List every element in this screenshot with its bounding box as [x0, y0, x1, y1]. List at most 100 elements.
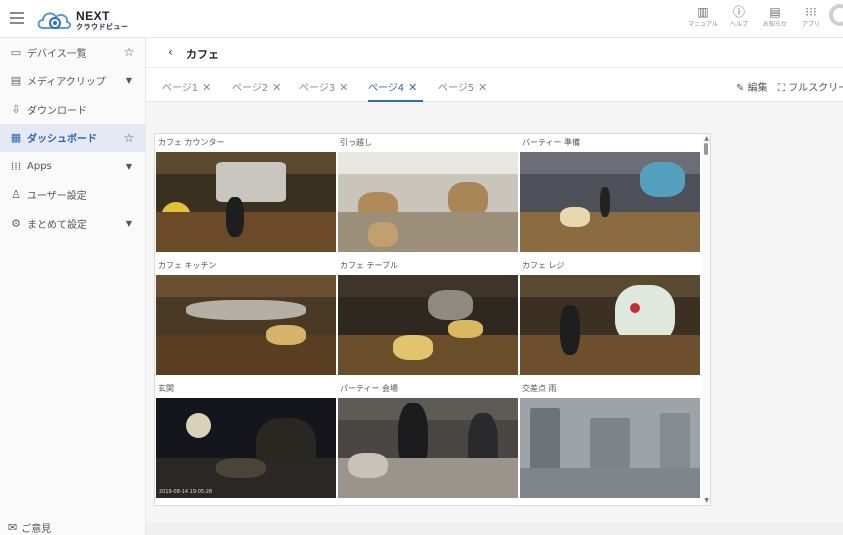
back-icon[interactable]: ‹ — [168, 45, 173, 59]
camera-feed[interactable] — [338, 152, 518, 252]
tab-bar: ページ1 ✕ ページ2 ✕ ページ3 ✕ ページ4 ✕ ページ5 ✕ ✎ 編集 ⛶ フルス… — [146, 68, 843, 102]
camera-name: カフェ カウンター — [158, 138, 225, 147]
news-label: お知らせ — [763, 21, 787, 28]
avatar[interactable] — [829, 4, 843, 26]
fullscreen-icon: ⛶ — [778, 83, 785, 94]
sidebar-item-device-list[interactable]: ▭ デバイス一覧 ☆ — [0, 38, 145, 67]
tab-page-2[interactable]: ページ2 ✕ — [232, 68, 281, 102]
sidebar-item-bulk-settings[interactable]: ⚙ まとめて設定 ▼ — [0, 209, 145, 238]
camera-tile[interactable]: カフェ テーブル — [338, 257, 518, 375]
top-actions: ▥ マニュアル ⓘ ヘルプ ▤ お知らせ ⁝⁝⁝ アプリ — [685, 4, 829, 34]
tab-page-1[interactable]: ページ1 ✕ — [162, 68, 211, 102]
help-label: ヘルプ — [729, 21, 748, 28]
fullscreen-button[interactable]: ⛶ フルスクリー — [778, 79, 843, 94]
star-icon[interactable]: ☆ — [123, 131, 135, 145]
camera-tile[interactable]: 玄関 2019-08-14 19:05:28 — [156, 380, 336, 498]
pencil-icon: ✎ — [736, 83, 745, 94]
camera-name: 引っ越し — [340, 138, 372, 147]
close-icon[interactable]: ✕ — [202, 81, 211, 94]
sidebar-item-label: まとめて設定 — [27, 219, 87, 231]
media-clip-icon: ▤ — [10, 74, 22, 88]
caret-down-icon[interactable]: ▼ — [123, 219, 135, 228]
tab-label: ページ3 — [299, 83, 336, 94]
tab-label: ページ1 — [162, 83, 199, 94]
camera-name: 玄関 — [158, 384, 174, 393]
sidebar-item-label: Apps — [27, 160, 52, 172]
help-icon: ⓘ — [732, 5, 745, 19]
camera-tile[interactable]: カフェ レジ — [520, 257, 700, 375]
camera-feed[interactable]: 2019-08-14 19:05:28 — [156, 398, 336, 498]
camera-tile[interactable]: 引っ越し — [338, 134, 518, 252]
apps-label: アプリ — [801, 21, 820, 28]
close-icon[interactable]: ✕ — [408, 81, 417, 94]
scroll-up-icon[interactable]: ▲ — [704, 135, 709, 142]
sidebar-item-dashboard[interactable]: ▦ ダッシュボード ☆ — [0, 123, 145, 152]
caret-down-icon[interactable]: ▼ — [123, 162, 135, 171]
edit-label: 編集 — [747, 83, 768, 94]
camera-feed[interactable] — [520, 152, 700, 252]
manual-label: マニュアル — [688, 21, 718, 28]
fullscreen-label: フルスクリー — [788, 83, 843, 94]
sidebar-item-user-settings[interactable]: ♙ ユーザー設定 — [0, 181, 145, 210]
sidebar-item-download[interactable]: ⇩ ダウンロード — [0, 95, 145, 124]
help-button[interactable]: ⓘ ヘルプ — [721, 4, 757, 34]
sidebar-item-apps[interactable]: ⁞⁞⁞ Apps ▼ — [0, 152, 145, 181]
feedback-label: ご意見 — [21, 523, 52, 535]
camera-timestamp: 2019-08-14 19:05:28 — [159, 489, 213, 495]
news-button[interactable]: ▤ お知らせ — [757, 4, 793, 34]
camera-feed[interactable] — [338, 398, 518, 498]
page-header: ‹ カフェ — [146, 38, 843, 68]
camera-grid: カフェ カウンター 引っ越し パーティー 準備 カフェ キッチン カフェ テーブ… — [154, 133, 711, 506]
camera-name: パーティー 準備 — [522, 138, 581, 147]
camera-feed[interactable] — [520, 398, 700, 498]
manual-button[interactable]: ▥ マニュアル — [685, 4, 721, 34]
camera-name: カフェ テーブル — [340, 261, 399, 270]
tab-label: ページ4 — [368, 83, 405, 94]
tab-page-5[interactable]: ページ5 ✕ — [438, 68, 487, 102]
camera-feed[interactable] — [520, 275, 700, 375]
logo-name: NEXT — [76, 9, 111, 23]
camera-tile[interactable]: カフェ カウンター — [156, 134, 336, 252]
apps-icon: ⁞⁞⁞ — [10, 159, 22, 173]
download-icon: ⇩ — [11, 102, 21, 116]
caret-down-icon[interactable]: ▼ — [123, 76, 135, 85]
scroll-down-icon[interactable]: ▼ — [704, 497, 709, 504]
menu-icon[interactable] — [10, 12, 24, 24]
bottom-strip — [146, 522, 843, 535]
app-logo[interactable]: NEXT クラウドビュー — [36, 5, 146, 33]
tab-label: ページ5 — [438, 83, 475, 94]
edit-button[interactable]: ✎ 編集 — [736, 79, 768, 94]
camera-feed[interactable] — [338, 275, 518, 375]
camera-feed[interactable] — [156, 152, 336, 252]
cloud-logo-icon — [37, 12, 72, 29]
camera-tile[interactable]: パーティー 準備 — [520, 134, 700, 252]
camera-tile[interactable]: パーティー 会場 — [338, 380, 518, 498]
feedback-link[interactable]: ✉ ご意見 — [8, 519, 51, 535]
camera-name: カフェ キッチン — [158, 261, 217, 270]
close-icon[interactable]: ✕ — [272, 81, 281, 94]
scrollbar[interactable]: ▲ ▼ — [702, 134, 710, 505]
logo-subtitle: クラウドビュー — [76, 23, 129, 31]
user-settings-icon: ♙ — [11, 188, 21, 202]
camera-tile[interactable]: カフェ キッチン — [156, 257, 336, 375]
scrollbar-thumb[interactable] — [704, 143, 708, 155]
mail-icon: ✉ — [8, 520, 18, 534]
sidebar-item-label: ダウンロード — [27, 105, 87, 117]
apps-button[interactable]: ⁝⁝⁝ アプリ — [793, 4, 829, 34]
star-icon[interactable]: ☆ — [123, 45, 135, 59]
sidebar-item-label: メディアクリップ — [27, 77, 106, 89]
close-icon[interactable]: ✕ — [478, 81, 487, 94]
bulk-settings-icon: ⚙ — [11, 216, 21, 230]
tab-page-3[interactable]: ページ3 ✕ — [299, 68, 348, 102]
tab-page-4[interactable]: ページ4 ✕ — [368, 68, 424, 102]
sidebar-item-label: ユーザー設定 — [27, 191, 87, 203]
sidebar: ▭ デバイス一覧 ☆ ▤ メディアクリップ ▼ ⇩ ダウンロード ▦ ダッシュボ… — [0, 38, 146, 535]
sidebar-item-media-clip[interactable]: ▤ メディアクリップ ▼ — [0, 67, 145, 96]
sidebar-item-label: ダッシュボード — [27, 134, 97, 146]
camera-feed[interactable] — [156, 275, 336, 375]
camera-tile[interactable]: 交差点 雨 — [520, 380, 700, 498]
device-list-icon: ▭ — [10, 45, 22, 59]
camera-name: 交差点 雨 — [522, 384, 557, 393]
top-bar: NEXT クラウドビュー ▥ マニュアル ⓘ ヘルプ ▤ お知らせ ⁝⁝⁝ アプ… — [0, 0, 843, 38]
close-icon[interactable]: ✕ — [339, 81, 348, 94]
